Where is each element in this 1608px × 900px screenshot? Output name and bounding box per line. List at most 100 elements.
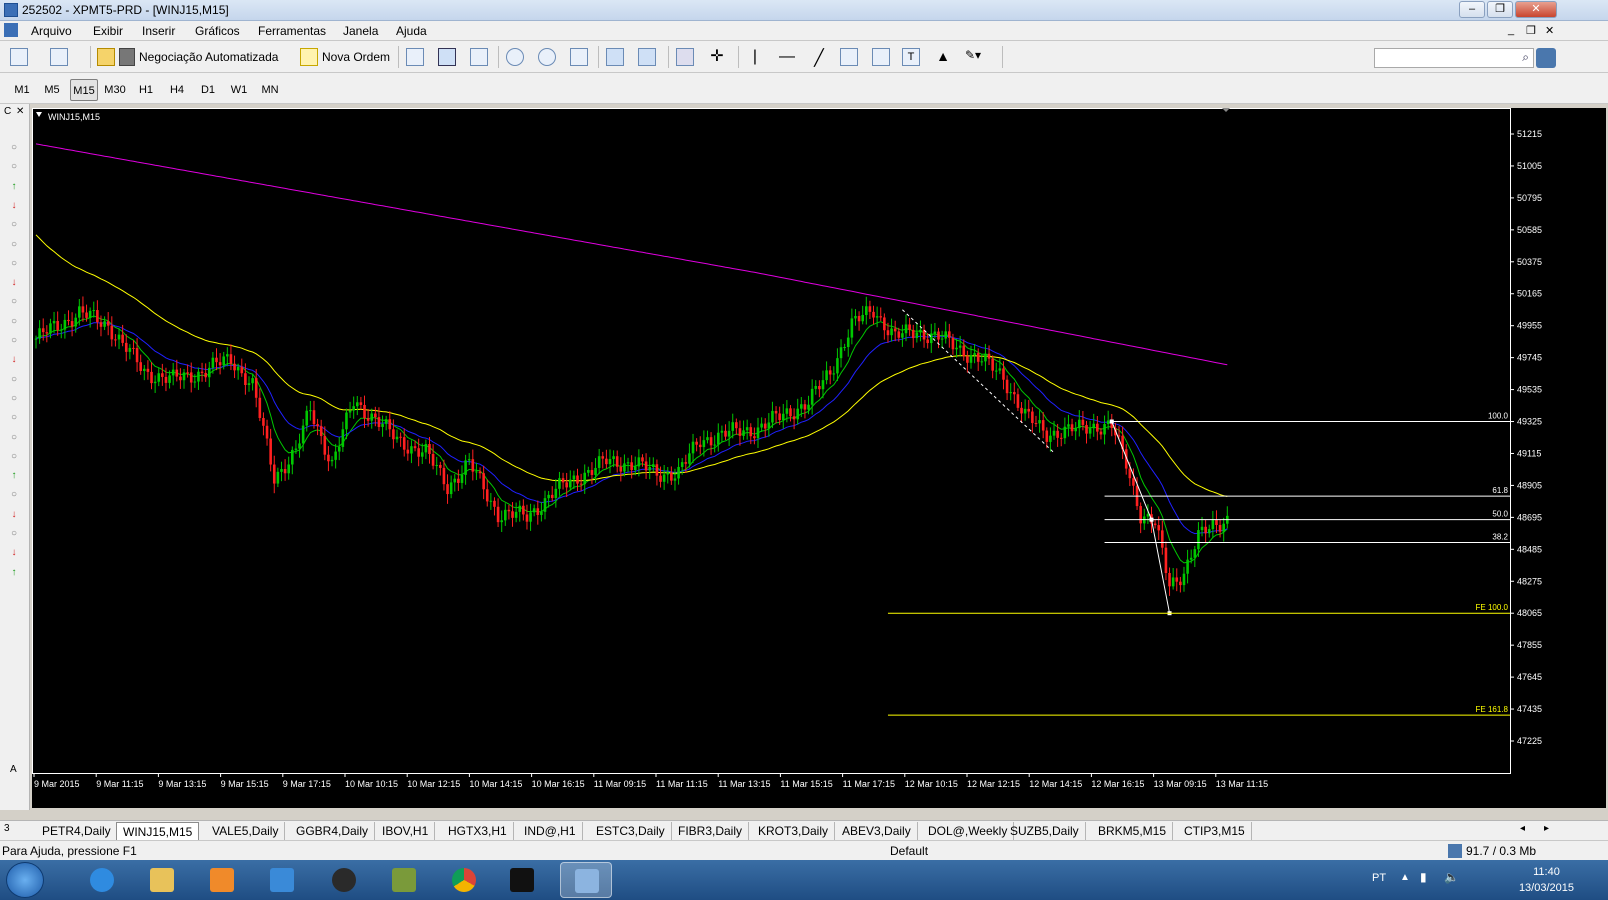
chart-tab-6[interactable]: IND@,H1: [518, 822, 583, 840]
taskbar-media[interactable]: [196, 862, 248, 898]
object-list-item-icon[interactable]: ○: [8, 142, 20, 154]
object-list-item-icon[interactable]: ○: [8, 489, 20, 501]
fibonacci-icon[interactable]: [872, 48, 890, 66]
vertical-line-icon[interactable]: |: [746, 48, 764, 66]
mdi-restore-icon[interactable]: ❐: [1526, 24, 1536, 37]
autoscroll-icon[interactable]: [606, 48, 624, 66]
maximize-button[interactable]: ❐: [1487, 1, 1513, 18]
chart-tab-9[interactable]: KROT3,Daily: [752, 822, 836, 840]
new-order-button[interactable]: Nova Ordem: [300, 45, 390, 69]
object-list-item-icon[interactable]: ○: [8, 219, 20, 231]
object-list-item-icon[interactable]: ○: [8, 374, 20, 386]
fib-anchor-point[interactable]: [1149, 517, 1154, 522]
tf-h1[interactable]: H1: [132, 79, 160, 101]
tabs-scroll-left-icon[interactable]: ◂: [1520, 823, 1525, 834]
tf-m5[interactable]: M5: [38, 79, 66, 101]
crosshair-icon[interactable]: ✛: [708, 48, 726, 66]
chart-tab-4[interactable]: IBOV,H1: [376, 822, 436, 840]
search-input[interactable]: ⌕: [1374, 48, 1534, 68]
taskbar-metatrader[interactable]: [560, 862, 612, 898]
menu-ferramentas[interactable]: Ferramentas: [258, 24, 326, 38]
chart-tab-13[interactable]: BRKM5,M15: [1092, 822, 1174, 840]
object-list-item-icon[interactable]: ↓: [8, 547, 20, 559]
taskbar-explorer[interactable]: [136, 862, 188, 898]
menu-janela[interactable]: Janela: [343, 24, 378, 38]
clock[interactable]: 11:40 13/03/2015: [1519, 864, 1574, 896]
object-list-item-icon[interactable]: ↓: [8, 509, 20, 521]
taskbar-app[interactable]: [256, 862, 308, 898]
start-button[interactable]: [6, 862, 44, 898]
tf-mn[interactable]: MN: [256, 79, 284, 101]
object-list-item-icon[interactable]: ○: [8, 412, 20, 424]
object-list-item-icon[interactable]: ○: [8, 296, 20, 308]
search-icon[interactable]: ⌕: [1522, 50, 1529, 65]
chart-tab-11[interactable]: DOL@,Weekly: [922, 822, 1015, 840]
taskbar-hp[interactable]: [318, 862, 370, 898]
text-icon[interactable]: T: [902, 48, 920, 66]
volume-icon[interactable]: 🔈: [1444, 870, 1459, 884]
chart-tab-0[interactable]: PETR4,Daily: [36, 822, 118, 840]
taskbar-xp[interactable]: [496, 862, 548, 898]
line-chart-icon[interactable]: [470, 48, 488, 66]
zoom-in-icon[interactable]: [506, 48, 524, 66]
trendline-icon[interactable]: ╱: [810, 48, 828, 67]
minimize-button[interactable]: –: [1459, 1, 1485, 18]
chart-tab-12[interactable]: SUZB5,Daily: [1004, 822, 1086, 840]
mdi-minimize-icon[interactable]: _: [1508, 24, 1514, 36]
network-icon[interactable]: ▮: [1420, 870, 1427, 884]
tf-m30[interactable]: M30: [101, 79, 129, 101]
arrows-icon[interactable]: ✎▾: [964, 48, 982, 66]
menu-ajuda[interactable]: Ajuda: [396, 24, 427, 38]
menu-arquivo[interactable]: Arquivo: [31, 24, 72, 38]
candlestick-icon[interactable]: [438, 48, 456, 66]
menu-inserir[interactable]: Inserir: [142, 24, 175, 38]
chart-tab-2[interactable]: VALE5,Daily: [206, 822, 286, 840]
menu-exibir[interactable]: Exibir: [93, 24, 123, 38]
chart-tab-5[interactable]: HGTX3,H1: [442, 822, 514, 840]
shapes-icon[interactable]: ▲: [934, 48, 952, 66]
chart-menu-icon[interactable]: [36, 112, 42, 117]
object-list-item-icon[interactable]: ↓: [8, 277, 20, 289]
object-list-item-icon[interactable]: ○: [8, 393, 20, 405]
shift-marker-icon[interactable]: [1222, 108, 1230, 112]
taskbar-ie[interactable]: [76, 862, 128, 898]
chart-tab-1[interactable]: WINJ15,M15: [116, 822, 200, 840]
zoom-out-icon[interactable]: [538, 48, 556, 66]
trend-line[interactable]: [902, 309, 1055, 454]
auto-trading-button[interactable]: Negociação Automatizada: [97, 45, 278, 69]
taskbar-tool[interactable]: [378, 862, 430, 898]
chart-tab-8[interactable]: FIBR3,Daily: [672, 822, 750, 840]
tf-h4[interactable]: H4: [163, 79, 191, 101]
tf-m15[interactable]: M15: [70, 79, 98, 101]
object-list-item-icon[interactable]: ○: [8, 161, 20, 173]
object-list-item-icon[interactable]: ○: [8, 316, 20, 328]
chart-tab-10[interactable]: ABEV3,Daily: [836, 822, 918, 840]
menu-graficos[interactable]: Gráficos: [195, 24, 240, 38]
price-chart[interactable]: 100.0 61.8 50.0 38.2 FE 100.0 FE 161.8 51215 5…: [32, 108, 1606, 808]
channel-icon[interactable]: [840, 48, 858, 66]
tf-w1[interactable]: W1: [225, 79, 253, 101]
object-list-item-icon[interactable]: ○: [8, 451, 20, 463]
chart-window[interactable]: 100.0 61.8 50.0 38.2 FE 100.0 FE 161.8 51215 5…: [32, 108, 1606, 808]
object-list-item-icon[interactable]: ↑: [8, 181, 20, 193]
object-list-item-icon[interactable]: ↓: [8, 354, 20, 366]
chart-tab-7[interactable]: ESTC3,Daily: [590, 822, 672, 840]
language-indicator[interactable]: PT: [1372, 872, 1386, 884]
object-list-item-icon[interactable]: ○: [8, 528, 20, 540]
chart-tab-14[interactable]: CTIP3,M15: [1178, 822, 1252, 840]
tile-windows-icon[interactable]: [570, 48, 588, 66]
object-list-item-icon[interactable]: ○: [8, 432, 20, 444]
new-chart-icon[interactable]: [10, 48, 28, 66]
mdi-close-icon[interactable]: ✕: [1545, 24, 1554, 37]
close-button[interactable]: ✕: [1515, 1, 1557, 18]
cursor-icon[interactable]: [676, 48, 694, 66]
tf-m1[interactable]: M1: [8, 79, 36, 101]
tray-up-icon[interactable]: ▲: [1400, 872, 1410, 883]
tf-d1[interactable]: D1: [194, 79, 222, 101]
object-list-item-icon[interactable]: ↑: [8, 470, 20, 482]
horizontal-line-icon[interactable]: —: [778, 48, 796, 66]
community-icon[interactable]: [1536, 48, 1556, 68]
chart-tab-3[interactable]: GGBR4,Daily: [290, 822, 376, 840]
bar-chart-icon[interactable]: [406, 48, 424, 66]
profiles-icon[interactable]: [50, 48, 68, 66]
